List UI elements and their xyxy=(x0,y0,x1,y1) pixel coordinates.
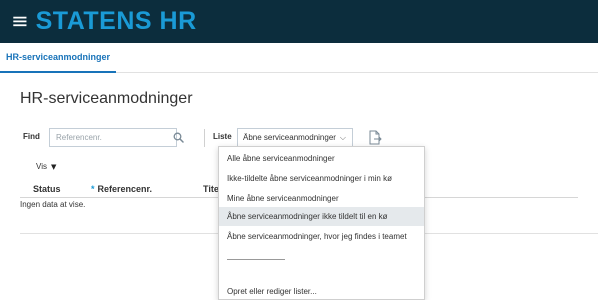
chevron-down-icon: ⌵ xyxy=(339,133,346,142)
list-menu-item[interactable]: Mine åbne serviceanmodninger xyxy=(219,189,424,208)
list-menu-item[interactable]: Ikke-tildelte åbne serviceanmodninger i … xyxy=(219,169,424,188)
list-menu-item[interactable]: Alle åbne serviceanmodninger xyxy=(219,149,424,168)
view-menu-button[interactable]: Vis ▼ xyxy=(36,162,56,171)
page-title: HR-serviceanmodninger xyxy=(20,90,193,107)
search-button[interactable] xyxy=(166,128,190,147)
column-header-titel[interactable]: Tite xyxy=(203,184,219,194)
menu-divider xyxy=(227,259,285,260)
tab-bar: HR-serviceanmodninger xyxy=(0,43,598,73)
find-input[interactable] xyxy=(49,128,177,147)
empty-table-message: Ingen data at vise. xyxy=(20,200,86,209)
brand-title: STATENS HR xyxy=(35,7,197,35)
list-dropdown-menu: Alle åbne serviceanmodninger Ikke-tildel… xyxy=(218,146,425,300)
view-menu-label: Vis xyxy=(36,162,47,171)
column-header-status[interactable]: Status xyxy=(33,184,61,194)
list-label: Liste xyxy=(213,132,232,141)
filter-bar: Find Liste Åbne serviceanmodninger ikke … xyxy=(23,128,403,148)
list-menu-item-selected[interactable]: Åbne serviceanmodninger ikke tildelt til… xyxy=(219,207,424,226)
table-header: Status * Referencenr. Tite xyxy=(33,184,233,196)
column-header-referencenr-label: Referencenr. xyxy=(97,184,153,194)
create-edit-lists-item[interactable]: Opret eller rediger lister... xyxy=(219,282,424,300)
toolbar-divider xyxy=(204,129,205,147)
export-icon xyxy=(369,130,382,145)
export-button[interactable] xyxy=(368,130,382,146)
search-icon xyxy=(173,132,184,143)
hamburger-menu-icon[interactable]: ≡ xyxy=(11,11,29,32)
required-indicator-icon: * xyxy=(91,184,95,194)
caret-down-icon: ▼ xyxy=(50,162,57,171)
list-select-value: Åbne serviceanmodninger ikke xyxy=(243,133,337,142)
tab-hr-serviceanmodninger[interactable]: HR-serviceanmodninger xyxy=(0,43,117,73)
column-header-referencenr[interactable]: * Referencenr. xyxy=(91,184,152,194)
list-menu-item[interactable]: Åbne serviceanmodninger, hvor jeg findes… xyxy=(219,227,424,246)
app-header: ≡ STATENS HR xyxy=(0,0,598,43)
find-label: Find xyxy=(23,132,40,141)
list-select[interactable]: Åbne serviceanmodninger ikke ⌵ xyxy=(237,128,353,147)
